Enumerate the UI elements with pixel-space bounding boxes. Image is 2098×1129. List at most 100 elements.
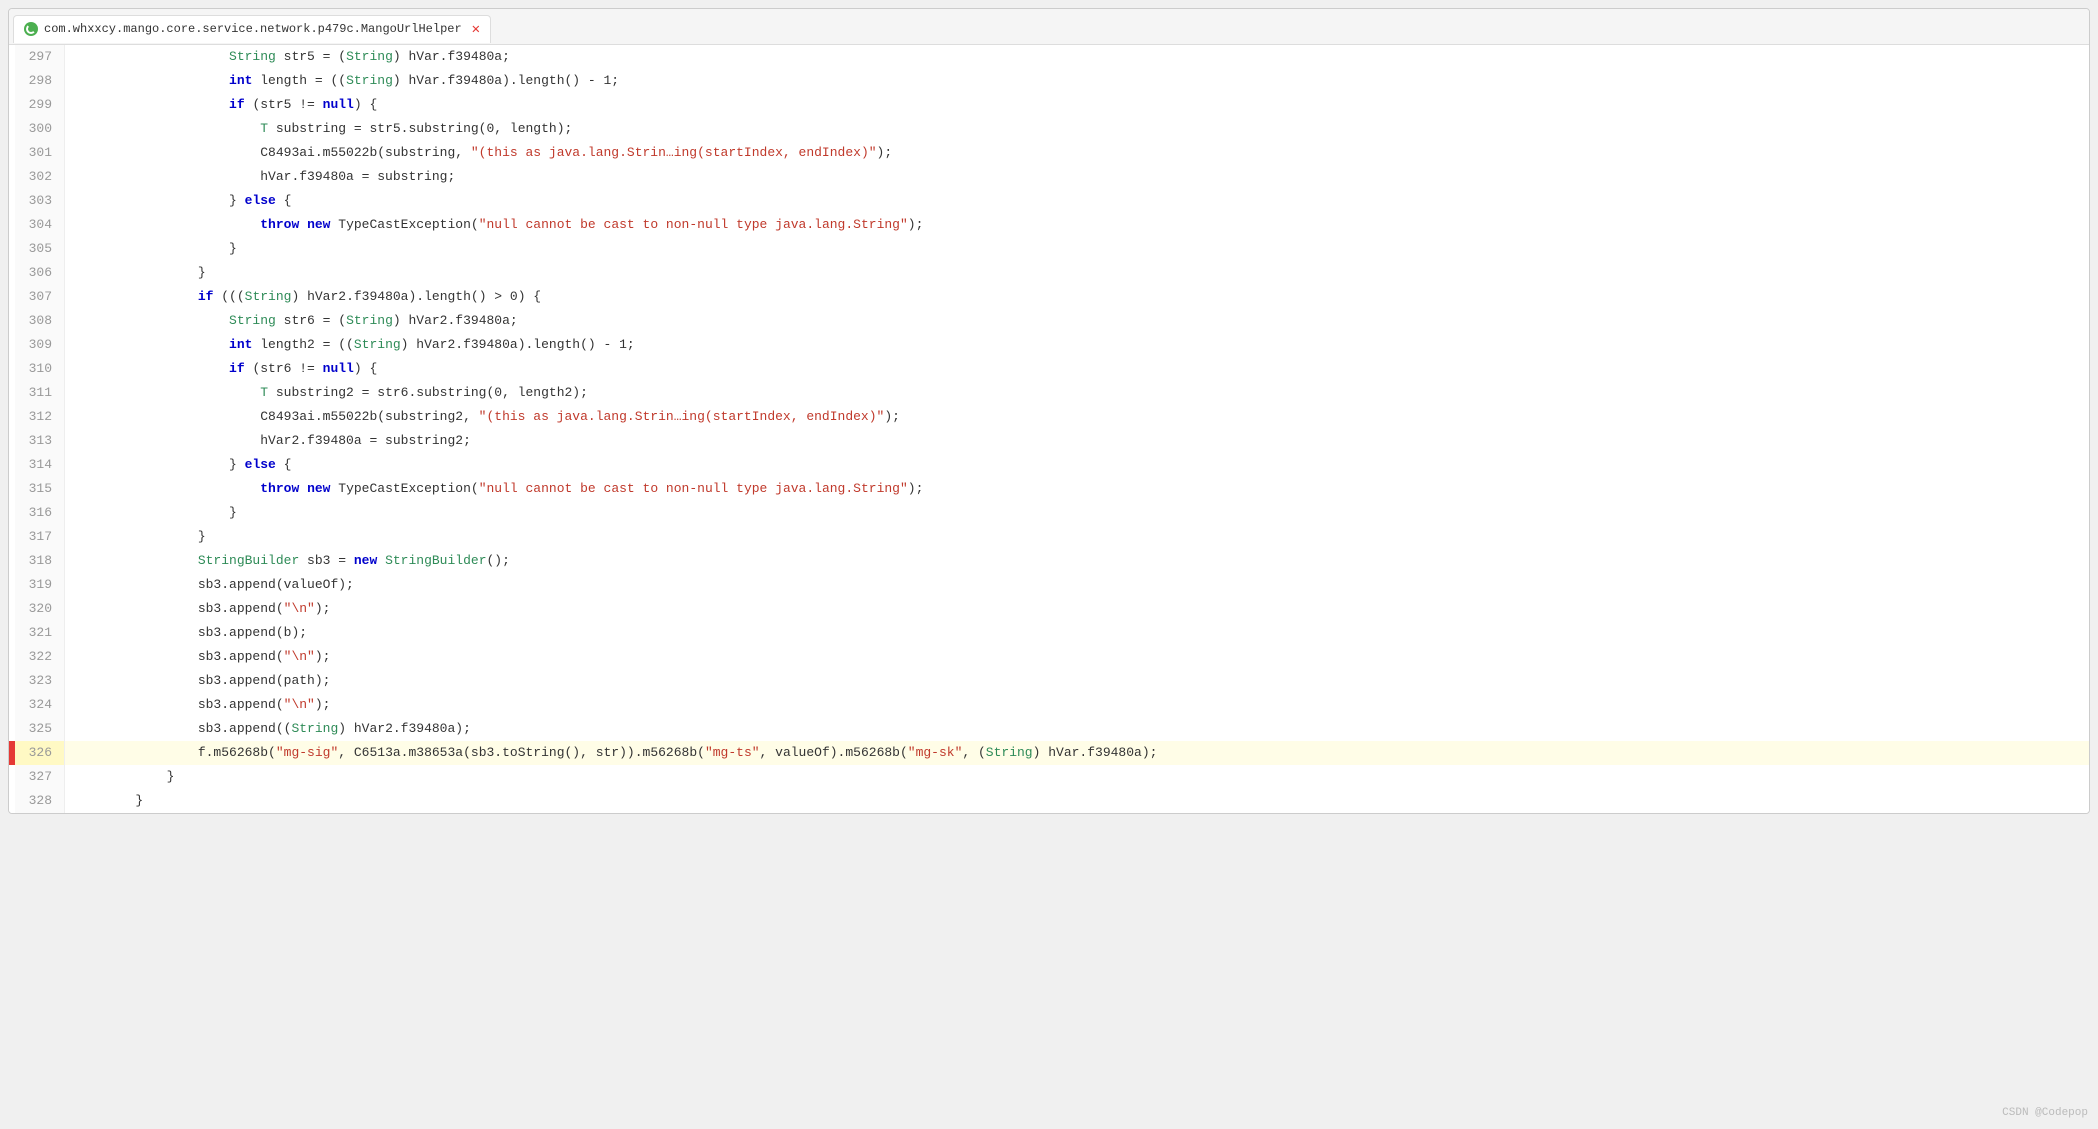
line-number: 301 xyxy=(15,141,65,165)
line-number: 322 xyxy=(15,645,65,669)
code-line: 311 T substring2 = str6.substring(0, len… xyxy=(9,381,2089,405)
line-number: 326 xyxy=(15,741,65,765)
line-content: T substring = str5.substring(0, length); xyxy=(65,117,580,141)
line-number: 311 xyxy=(15,381,65,405)
line-number: 319 xyxy=(15,573,65,597)
line-content: if (str6 != null) { xyxy=(65,357,385,381)
line-number: 305 xyxy=(15,237,65,261)
line-content: if (((String) hVar2.f39480a).length() > … xyxy=(65,285,549,309)
line-content: String str6 = (String) hVar2.f39480a; xyxy=(65,309,526,333)
line-content: } else { xyxy=(65,189,299,213)
code-line: 304 throw new TypeCastException("null ca… xyxy=(9,213,2089,237)
line-content: } xyxy=(65,525,214,549)
line-content: hVar2.f39480a = substring2; xyxy=(65,429,479,453)
code-line: 318 StringBuilder sb3 = new StringBuilde… xyxy=(9,549,2089,573)
line-content: } xyxy=(65,237,245,261)
line-number: 297 xyxy=(15,45,65,69)
line-number: 327 xyxy=(15,765,65,789)
line-content: if (str5 != null) { xyxy=(65,93,385,117)
line-content: sb3.append(b); xyxy=(65,621,315,645)
line-content: int length2 = ((String) hVar2.f39480a).l… xyxy=(65,333,643,357)
line-content: sb3.append("\n"); xyxy=(65,645,338,669)
code-line: 322 sb3.append("\n"); xyxy=(9,645,2089,669)
line-number: 298 xyxy=(15,69,65,93)
code-line: 301 C8493ai.m55022b(substring, "(this as… xyxy=(9,141,2089,165)
line-number: 300 xyxy=(15,117,65,141)
watermark: CSDN @Codepop xyxy=(2002,1107,2088,1119)
code-line: 312 C8493ai.m55022b(substring2, "(this a… xyxy=(9,405,2089,429)
code-window: com.whxxcy.mango.core.service.network.p4… xyxy=(8,8,2090,814)
code-line: 299 if (str5 != null) { xyxy=(9,93,2089,117)
code-line: 320 sb3.append("\n"); xyxy=(9,597,2089,621)
line-content: C8493ai.m55022b(substring, "(this as jav… xyxy=(65,141,900,165)
line-number: 321 xyxy=(15,621,65,645)
code-line: 300 T substring = str5.substring(0, leng… xyxy=(9,117,2089,141)
line-number: 328 xyxy=(15,789,65,813)
code-line: 321 sb3.append(b); xyxy=(9,621,2089,645)
line-number: 323 xyxy=(15,669,65,693)
code-line: 327 } xyxy=(9,765,2089,789)
line-content: StringBuilder sb3 = new StringBuilder(); xyxy=(65,549,518,573)
line-content: T substring2 = str6.substring(0, length2… xyxy=(65,381,596,405)
line-number: 324 xyxy=(15,693,65,717)
line-number: 314 xyxy=(15,453,65,477)
code-line: 323 sb3.append(path); xyxy=(9,669,2089,693)
line-number: 307 xyxy=(15,285,65,309)
line-number: 303 xyxy=(15,189,65,213)
close-tab-button[interactable]: ✕ xyxy=(472,21,480,38)
code-line: 326 f.m56268b("mg-sig", C6513a.m38653a(s… xyxy=(9,741,2089,765)
java-icon xyxy=(24,22,38,36)
line-content: hVar.f39480a = substring; xyxy=(65,165,463,189)
code-line: 298 int length = ((String) hVar.f39480a)… xyxy=(9,69,2089,93)
code-line: 302 hVar.f39480a = substring; xyxy=(9,165,2089,189)
line-content: } xyxy=(65,789,151,813)
line-number: 313 xyxy=(15,429,65,453)
line-content: } else { xyxy=(65,453,299,477)
code-line: 325 sb3.append((String) hVar2.f39480a); xyxy=(9,717,2089,741)
code-line: 324 sb3.append("\n"); xyxy=(9,693,2089,717)
line-content: } xyxy=(65,261,214,285)
line-number: 304 xyxy=(15,213,65,237)
code-editor: 297 String str5 = (String) hVar.f39480a;… xyxy=(9,45,2089,813)
code-line: 297 String str5 = (String) hVar.f39480a; xyxy=(9,45,2089,69)
code-line: 308 String str6 = (String) hVar2.f39480a… xyxy=(9,309,2089,333)
code-line: 306 } xyxy=(9,261,2089,285)
line-number: 308 xyxy=(15,309,65,333)
line-number: 317 xyxy=(15,525,65,549)
line-content: } xyxy=(65,501,245,525)
code-line: 303 } else { xyxy=(9,189,2089,213)
line-number: 318 xyxy=(15,549,65,573)
code-line: 305 } xyxy=(9,237,2089,261)
line-content: f.m56268b("mg-sig", C6513a.m38653a(sb3.t… xyxy=(65,741,1165,765)
line-number: 299 xyxy=(15,93,65,117)
line-number: 310 xyxy=(15,357,65,381)
code-line: 309 int length2 = ((String) hVar2.f39480… xyxy=(9,333,2089,357)
line-number: 312 xyxy=(15,405,65,429)
code-line: 310 if (str6 != null) { xyxy=(9,357,2089,381)
code-line: 317 } xyxy=(9,525,2089,549)
line-content: String str5 = (String) hVar.f39480a; xyxy=(65,45,518,69)
code-line: 328 } xyxy=(9,789,2089,813)
line-content: sb3.append(valueOf); xyxy=(65,573,362,597)
line-content: throw new TypeCastException("null cannot… xyxy=(65,213,931,237)
line-number: 309 xyxy=(15,333,65,357)
line-number: 306 xyxy=(15,261,65,285)
line-number: 302 xyxy=(15,165,65,189)
line-content: sb3.append((String) hVar2.f39480a); xyxy=(65,717,479,741)
code-line: 319 sb3.append(valueOf); xyxy=(9,573,2089,597)
line-content: sb3.append("\n"); xyxy=(65,597,338,621)
file-tab[interactable]: com.whxxcy.mango.core.service.network.p4… xyxy=(13,15,491,43)
code-line: 313 hVar2.f39480a = substring2; xyxy=(9,429,2089,453)
code-line: 314 } else { xyxy=(9,453,2089,477)
code-line: 307 if (((String) hVar2.f39480a).length(… xyxy=(9,285,2089,309)
line-number: 315 xyxy=(15,477,65,501)
line-number: 325 xyxy=(15,717,65,741)
tab-bar: com.whxxcy.mango.core.service.network.p4… xyxy=(9,9,2089,45)
line-number: 316 xyxy=(15,501,65,525)
line-content: C8493ai.m55022b(substring2, "(this as ja… xyxy=(65,405,908,429)
tab-label: com.whxxcy.mango.core.service.network.p4… xyxy=(44,22,462,36)
line-content: throw new TypeCastException("null cannot… xyxy=(65,477,931,501)
line-content: } xyxy=(65,765,182,789)
line-content: int length = ((String) hVar.f39480a).len… xyxy=(65,69,627,93)
line-number: 320 xyxy=(15,597,65,621)
